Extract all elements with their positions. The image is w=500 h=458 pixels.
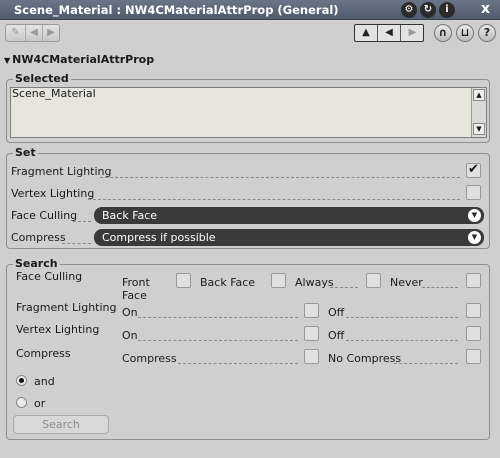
face-culling-label: Face Culling: [11, 209, 78, 222]
selected-group-label: Selected: [13, 72, 71, 85]
compress-label: Compress: [11, 231, 66, 244]
compress-value: Compress if possible: [102, 231, 216, 244]
set-group-label: Set: [13, 146, 38, 159]
front-face-label-line1: Front: [122, 276, 150, 289]
compress-option-label: Compress: [122, 352, 177, 365]
face-culling-dropdown[interactable]: Back Face ▼: [94, 207, 484, 224]
no-compress-label: No Compress: [328, 352, 402, 365]
leader-dots: [394, 363, 458, 364]
leader-dots: [100, 177, 460, 178]
magnet-icon[interactable]: ∩: [434, 24, 452, 42]
fragment-lighting-label: Fragment Lighting: [11, 165, 112, 178]
nav-button-group: ✎ ◀ ▶: [5, 24, 60, 42]
search-group: [6, 264, 490, 440]
leader-dots: [346, 340, 458, 341]
gear-icon[interactable]: ⚙: [401, 2, 417, 18]
scroll-up-icon[interactable]: ▲: [473, 89, 485, 101]
vertex-off-label: Off: [328, 329, 345, 342]
wrench-icon[interactable]: ✎: [6, 25, 26, 41]
close-icon[interactable]: x: [481, 1, 490, 17]
leader-dots: [88, 199, 460, 200]
fragment-off-checkbox[interactable]: [466, 303, 481, 318]
fragment-off-label: Off: [328, 306, 345, 319]
back-arrow-icon[interactable]: ◀: [378, 25, 401, 41]
always-checkbox[interactable]: [366, 273, 381, 288]
leader-dots: [138, 340, 298, 341]
toolbar: [0, 20, 500, 47]
search-button[interactable]: Search: [13, 415, 109, 434]
vertex-lighting-checkbox[interactable]: [466, 185, 481, 200]
selected-item[interactable]: Scene_Material: [12, 87, 96, 100]
leader-dots: [62, 243, 91, 244]
leader-dots: [346, 317, 458, 318]
front-face-label-line2: Face: [122, 289, 147, 302]
help-icon[interactable]: ?: [478, 24, 496, 42]
section-header-label: NW4CMaterialAttrProp: [12, 53, 155, 66]
section-header[interactable]: ▼ NW4CMaterialAttrProp: [4, 53, 154, 66]
pin-icon[interactable]: ⊔: [456, 24, 474, 42]
chevron-down-icon: ▼: [468, 209, 481, 222]
search-fragment-lighting-label: Fragment Lighting: [16, 301, 117, 314]
and-radio[interactable]: [16, 375, 27, 386]
fragment-lighting-checkbox[interactable]: [466, 162, 481, 178]
never-label: Never: [390, 276, 423, 289]
leader-dots: [178, 363, 298, 364]
face-culling-value: Back Face: [102, 209, 158, 222]
or-radio[interactable]: [16, 397, 27, 408]
compress-dropdown[interactable]: Compress if possible ▼: [94, 229, 484, 246]
recycle-icon[interactable]: ↻: [420, 2, 436, 18]
always-label: Always: [295, 276, 334, 289]
vertex-lighting-label: Vertex Lighting: [11, 187, 95, 200]
fragment-on-checkbox[interactable]: [304, 303, 319, 318]
history-button-group: ▲ ◀ ▶: [354, 24, 424, 42]
vertex-off-checkbox[interactable]: [466, 326, 481, 341]
search-group-label: Search: [13, 257, 60, 270]
compress-option-checkbox[interactable]: [304, 349, 319, 364]
vertex-on-label: On: [122, 329, 138, 342]
next-icon[interactable]: ▶: [43, 25, 59, 41]
leader-dots: [330, 287, 358, 288]
forward-arrow-icon[interactable]: ▶: [401, 25, 424, 41]
leader-dots: [138, 317, 298, 318]
scroll-down-icon[interactable]: ▼: [473, 123, 485, 135]
collapse-arrow-icon[interactable]: ▼: [4, 56, 10, 65]
vertex-on-checkbox[interactable]: [304, 326, 319, 341]
and-label: and: [34, 375, 55, 388]
search-face-culling-label: Face Culling: [16, 270, 83, 283]
leader-dots: [73, 221, 91, 222]
back-face-checkbox[interactable]: [271, 273, 286, 288]
search-vertex-lighting-label: Vertex Lighting: [16, 323, 100, 336]
selected-scrollbar[interactable]: ▲ ▼: [471, 88, 486, 137]
fragment-on-label: On: [122, 306, 138, 319]
no-compress-checkbox[interactable]: [466, 349, 481, 364]
back-face-label: Back Face: [200, 276, 256, 289]
or-label: or: [34, 397, 46, 410]
never-checkbox[interactable]: [466, 273, 481, 288]
up-arrow-icon[interactable]: ▲: [355, 25, 378, 41]
prev-icon[interactable]: ◀: [26, 25, 43, 41]
window-title: Scene_Material : NW4CMaterialAttrProp (G…: [14, 3, 339, 17]
info-icon[interactable]: i: [439, 2, 455, 18]
search-compress-label: Compress: [16, 347, 71, 360]
leader-dots: [422, 287, 458, 288]
chevron-down-icon: ▼: [468, 231, 481, 244]
front-face-checkbox[interactable]: [176, 273, 191, 288]
